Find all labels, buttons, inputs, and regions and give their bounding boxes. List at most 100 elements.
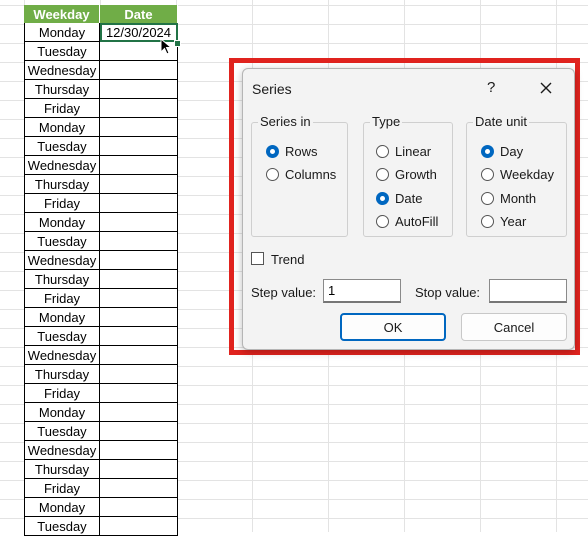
- date-cell[interactable]: [100, 118, 178, 137]
- date-cell[interactable]: [100, 498, 178, 517]
- date-cell[interactable]: [100, 194, 178, 213]
- stop-value-input[interactable]: [489, 279, 567, 303]
- radio-autofill[interactable]: AutoFill: [376, 214, 438, 229]
- date-cell[interactable]: [100, 365, 178, 384]
- table-row: Monday: [24, 213, 178, 232]
- radio-columns-icon[interactable]: [266, 168, 279, 181]
- date-cell[interactable]: [100, 517, 178, 536]
- radio-linear[interactable]: Linear: [376, 144, 431, 159]
- dialog-title: Series: [252, 81, 292, 97]
- weekday-cell[interactable]: Tuesday: [24, 517, 100, 536]
- date-cell[interactable]: [100, 403, 178, 422]
- radio-weekday-icon[interactable]: [481, 168, 494, 181]
- table-row: Monday: [24, 118, 178, 137]
- radio-month[interactable]: Month: [481, 191, 536, 206]
- date-cell[interactable]: [100, 441, 178, 460]
- date-cell[interactable]: [100, 346, 178, 365]
- table-row: Friday: [24, 99, 178, 118]
- weekday-cell[interactable]: Wednesday: [24, 346, 100, 365]
- radio-month-icon[interactable]: [481, 192, 494, 205]
- radio-year-icon[interactable]: [481, 215, 494, 228]
- weekday-cell[interactable]: Tuesday: [24, 327, 100, 346]
- radio-rows[interactable]: Rows: [266, 144, 318, 159]
- help-button[interactable]: ?: [487, 79, 495, 96]
- radio-weekday[interactable]: Weekday: [481, 167, 554, 182]
- date-unit-group: Date unit Day Weekday Month Year: [466, 114, 567, 237]
- radio-day[interactable]: Day: [481, 144, 523, 159]
- trend-checkbox[interactable]: [251, 252, 264, 265]
- series-in-label: Series in: [258, 114, 313, 129]
- date-cell[interactable]: [100, 80, 178, 99]
- date-cell[interactable]: [100, 270, 178, 289]
- date-cell[interactable]: [100, 460, 178, 479]
- radio-columns[interactable]: Columns: [266, 167, 336, 182]
- header-date[interactable]: Date: [100, 5, 178, 23]
- weekday-cell[interactable]: Wednesday: [24, 251, 100, 270]
- close-icon[interactable]: [536, 78, 556, 98]
- weekday-cell[interactable]: Tuesday: [24, 137, 100, 156]
- weekday-cell[interactable]: Friday: [24, 99, 100, 118]
- weekday-cell[interactable]: Friday: [24, 384, 100, 403]
- radio-linear-icon[interactable]: [376, 145, 389, 158]
- date-cell[interactable]: [100, 61, 178, 80]
- date-cell[interactable]: [100, 232, 178, 251]
- date-cell[interactable]: [100, 251, 178, 270]
- date-cell[interactable]: [100, 137, 178, 156]
- weekday-cell[interactable]: Friday: [24, 479, 100, 498]
- weekday-cell[interactable]: Thursday: [24, 270, 100, 289]
- date-cell[interactable]: [100, 422, 178, 441]
- date-cell[interactable]: [100, 175, 178, 194]
- weekday-cell[interactable]: Thursday: [24, 175, 100, 194]
- ok-button[interactable]: OK: [340, 313, 446, 341]
- table-row: Monday: [24, 403, 178, 422]
- weekday-cell[interactable]: Wednesday: [24, 156, 100, 175]
- weekday-cell[interactable]: Monday: [24, 498, 100, 517]
- date-cell[interactable]: [100, 384, 178, 403]
- radio-day-icon[interactable]: [481, 145, 494, 158]
- weekday-cell[interactable]: Tuesday: [24, 232, 100, 251]
- step-value-input[interactable]: [323, 279, 401, 303]
- table-row: Tuesday: [24, 422, 178, 441]
- weekday-cell[interactable]: Friday: [24, 289, 100, 308]
- radio-growth-icon[interactable]: [376, 168, 389, 181]
- weekday-cell[interactable]: Monday: [24, 308, 100, 327]
- weekday-cell[interactable]: Monday: [24, 118, 100, 137]
- step-value-label: Step value:: [251, 285, 317, 300]
- weekday-cell[interactable]: Tuesday: [24, 42, 100, 61]
- table-row: Friday: [24, 194, 178, 213]
- weekday-cell[interactable]: Tuesday: [24, 422, 100, 441]
- date-cell[interactable]: [100, 289, 178, 308]
- fill-handle[interactable]: [174, 40, 181, 47]
- table-row: Tuesday: [24, 42, 178, 61]
- date-cell[interactable]: [100, 99, 178, 118]
- mouse-cursor-icon: [160, 38, 173, 55]
- date-cell[interactable]: [100, 327, 178, 346]
- radio-date-icon[interactable]: [376, 192, 389, 205]
- radio-autofill-icon[interactable]: [376, 215, 389, 228]
- weekday-cell[interactable]: Monday: [24, 213, 100, 232]
- table-row: Friday: [24, 289, 178, 308]
- weekday-cell[interactable]: Thursday: [24, 365, 100, 384]
- weekday-cell[interactable]: Friday: [24, 194, 100, 213]
- weekday-cell[interactable]: Wednesday: [24, 441, 100, 460]
- weekday-cell[interactable]: Wednesday: [24, 61, 100, 80]
- date-cell[interactable]: [100, 156, 178, 175]
- radio-rows-icon[interactable]: [266, 145, 279, 158]
- date-cell[interactable]: [100, 213, 178, 232]
- cancel-button[interactable]: Cancel: [461, 313, 567, 341]
- radio-date[interactable]: Date: [376, 191, 422, 206]
- table-row: Friday: [24, 384, 178, 403]
- date-cell[interactable]: [100, 479, 178, 498]
- weekday-cell[interactable]: Monday: [24, 23, 100, 42]
- series-dialog: Series ? Series in Rows Columns Type Lin…: [242, 68, 575, 350]
- header-weekday[interactable]: Weekday: [24, 5, 100, 23]
- radio-year[interactable]: Year: [481, 214, 526, 229]
- weekday-cell[interactable]: Thursday: [24, 460, 100, 479]
- table-row: Thursday: [24, 460, 178, 479]
- header-row: Weekday Date: [24, 5, 178, 23]
- weekday-cell[interactable]: Monday: [24, 403, 100, 422]
- table-row: Thursday: [24, 365, 178, 384]
- date-cell[interactable]: [100, 308, 178, 327]
- radio-growth[interactable]: Growth: [376, 167, 437, 182]
- weekday-cell[interactable]: Thursday: [24, 80, 100, 99]
